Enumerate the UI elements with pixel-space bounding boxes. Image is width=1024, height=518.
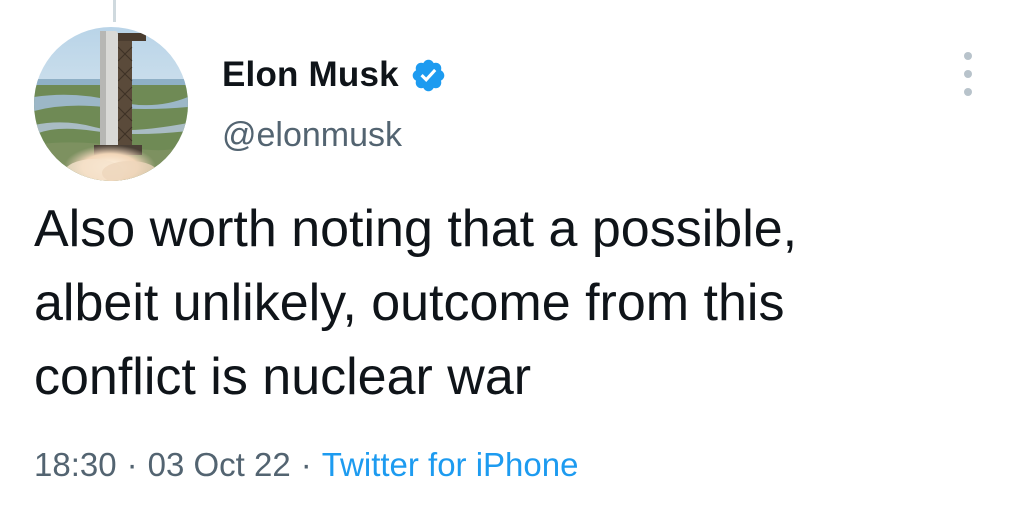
- author-handle[interactable]: @elonmusk: [222, 116, 402, 155]
- more-vertical-icon-dot: [964, 70, 972, 78]
- verified-badge-icon: [410, 57, 447, 94]
- author-name-row: Elon Musk: [222, 54, 447, 96]
- more-vertical-icon: [964, 52, 972, 60]
- tweet-source-link[interactable]: Twitter for iPhone: [322, 446, 579, 484]
- tweet-time[interactable]: 18:30: [34, 446, 117, 484]
- meta-separator: ·: [300, 446, 312, 483]
- tweet-metadata: 18:30 · 03 Oct 22 · Twitter for iPhone: [34, 446, 578, 484]
- meta-separator: ·: [126, 446, 138, 483]
- tweet-text: Also worth noting that a possible, albei…: [34, 200, 798, 406]
- author-display-name[interactable]: Elon Musk: [222, 55, 399, 95]
- thread-connector-line: [113, 0, 116, 22]
- avatar-image: [34, 27, 188, 181]
- more-options-button[interactable]: [954, 52, 982, 96]
- more-vertical-icon-dot: [964, 88, 972, 96]
- tweet-date[interactable]: 03 Oct 22: [148, 446, 291, 484]
- avatar[interactable]: [34, 27, 188, 181]
